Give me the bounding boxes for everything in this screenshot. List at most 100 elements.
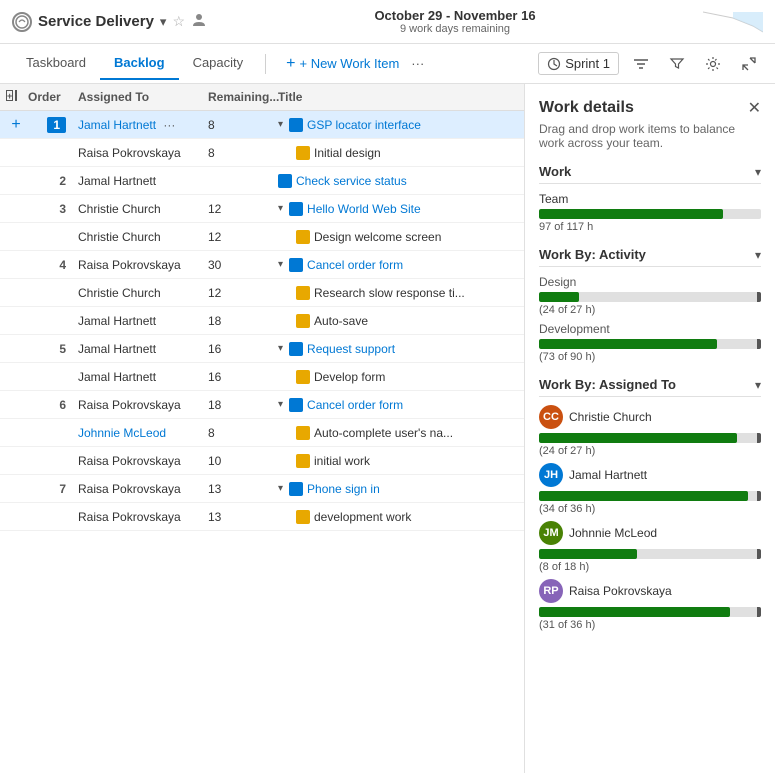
row-person: Jamal Hartnett <box>72 339 202 359</box>
dev-bar-fill <box>539 339 717 349</box>
filter-button[interactable] <box>663 50 691 78</box>
person-icon[interactable] <box>191 12 207 31</box>
row-order: 7 <box>22 479 72 499</box>
work-item-title-text[interactable]: Design welcome screen <box>314 230 441 244</box>
row-remaining: 13 <box>202 479 272 499</box>
work-item-icon <box>296 286 310 300</box>
work-item-icon <box>289 258 303 272</box>
nav-right: Sprint 1 <box>538 50 763 78</box>
person-bar-fill <box>539 607 730 617</box>
chevron-icon[interactable]: ▾ <box>278 399 283 410</box>
row-remaining: 8 <box>202 143 272 163</box>
sprint-dates: October 29 - November 16 <box>374 8 535 23</box>
row-person: Jamal Hartnett <box>72 311 202 331</box>
work-item-title-text[interactable]: Cancel order form <box>307 258 403 272</box>
row-title: ▾ Request support <box>272 339 524 359</box>
work-item-title-text[interactable]: Auto-complete user's na... <box>314 426 453 440</box>
row-remaining: 8 <box>202 423 272 443</box>
work-item-title-text[interactable]: Check service status <box>296 174 407 188</box>
row-order <box>22 318 72 324</box>
avatar: CC <box>539 405 563 429</box>
settings-button[interactable] <box>699 50 727 78</box>
table-row: 4 Raisa Pokrovskaya 30 ▾ Cancel order fo… <box>0 251 524 279</box>
row-title: Research slow response ti... <box>272 283 524 303</box>
row-order: 2 <box>22 171 72 191</box>
col-title-header: Title <box>272 88 524 106</box>
chevron-down-icon[interactable]: ▾ <box>160 14 167 30</box>
work-item-icon <box>296 370 310 384</box>
person-name: Jamal Hartnett <box>569 468 647 482</box>
table-row: Christie Church 12 Design welcome screen <box>0 223 524 251</box>
work-item-icon <box>296 314 310 328</box>
row-remaining: 8 <box>202 115 272 135</box>
work-item-icon <box>296 230 310 244</box>
section-chevron-icon[interactable]: ▾ <box>755 378 761 392</box>
person-bar-track <box>539 607 761 617</box>
activity-label: Design <box>539 275 761 289</box>
col-expand-icon[interactable]: + <box>6 90 13 101</box>
person-name: Raisa Pokrovskaya <box>569 584 672 598</box>
tab-backlog[interactable]: Backlog <box>100 47 179 80</box>
team-bar-track <box>539 209 761 219</box>
row-title: ▾ Hello World Web Site <box>272 199 524 219</box>
row-add-btn[interactable]: + <box>0 112 22 138</box>
plus-icon: + <box>286 55 295 73</box>
work-item-icon <box>296 454 310 468</box>
row-order <box>22 150 72 156</box>
work-item-title-text[interactable]: Research slow response ti... <box>314 286 465 300</box>
row-person: Raisa Pokrovskaya <box>72 143 202 163</box>
row-title: Auto-save <box>272 311 524 331</box>
work-item-title-text[interactable]: Initial design <box>314 146 381 160</box>
work-item-title-text[interactable]: Request support <box>307 342 395 356</box>
team-bar-fill <box>539 209 723 219</box>
row-person: Jamal Hartnett ··· <box>72 115 202 135</box>
work-item-title-text[interactable]: development work <box>314 510 411 524</box>
panel-subtitle: Drag and drop work items to balance work… <box>539 122 761 150</box>
work-item-icon <box>289 482 303 496</box>
row-person: Christie Church <box>72 199 202 219</box>
dev-bar-track <box>539 339 761 349</box>
row-title: ▾ GSP locator interface <box>272 115 524 135</box>
close-button[interactable]: ✕ <box>748 98 761 118</box>
chevron-icon[interactable]: ▾ <box>278 259 283 270</box>
section-chevron-icon[interactable]: ▾ <box>755 165 761 179</box>
star-icon[interactable]: ☆ <box>172 13 185 30</box>
work-details-panel: Work details ✕ Drag and drop work items … <box>525 84 775 773</box>
table-row: Raisa Pokrovskaya 8 Initial design <box>0 139 524 167</box>
col-collapse-icon[interactable] <box>15 90 17 101</box>
table-header: + Order Assigned To Remaining... Title <box>0 84 524 111</box>
work-item-title-text[interactable]: Develop form <box>314 370 385 384</box>
row-title: ▾ Phone sign in <box>272 479 524 499</box>
work-item-title-text[interactable]: Hello World Web Site <box>307 202 421 216</box>
team-label: Team <box>539 192 761 206</box>
tab-capacity[interactable]: Capacity <box>179 47 258 80</box>
new-work-item-button[interactable]: + + New Work Item <box>278 51 407 77</box>
filter-settings-button[interactable] <box>627 50 655 78</box>
work-item-title-text[interactable]: Auto-save <box>314 314 368 328</box>
sprint-selector[interactable]: Sprint 1 <box>538 52 619 75</box>
tab-taskboard[interactable]: Taskboard <box>12 47 100 80</box>
design-bar-track <box>539 292 761 302</box>
activity-label: Development <box>539 322 761 336</box>
work-item-icon <box>289 202 303 216</box>
chevron-icon[interactable]: ▾ <box>278 119 283 130</box>
chevron-icon[interactable]: ▾ <box>278 483 283 494</box>
project-name: Service Delivery <box>38 13 154 30</box>
expand-button[interactable] <box>735 50 763 78</box>
work-item-title-text[interactable]: GSP locator interface <box>307 118 421 132</box>
row-order <box>22 430 72 436</box>
work-item-title-text[interactable]: Cancel order form <box>307 398 403 412</box>
person-name: Christie Church <box>569 410 652 424</box>
work-section: Work ▾ Team 97 of 117 h <box>539 164 761 233</box>
work-item-title-text[interactable]: initial work <box>314 454 370 468</box>
dev-count: (73 of 90 h) <box>539 351 761 363</box>
work-by-activity-section: Work By: Activity ▾ Design (24 of 27 h) … <box>539 247 761 363</box>
chevron-icon[interactable]: ▾ <box>278 203 283 214</box>
row-more-btn[interactable]: ··· <box>163 118 175 132</box>
work-item-title-text[interactable]: Phone sign in <box>307 482 380 496</box>
chevron-icon[interactable]: ▾ <box>278 343 283 354</box>
row-person: Christie Church <box>72 227 202 247</box>
section-chevron-icon[interactable]: ▾ <box>755 248 761 262</box>
nav-actions: + + New Work Item ··· <box>278 51 424 77</box>
more-actions-button[interactable]: ··· <box>411 56 424 71</box>
